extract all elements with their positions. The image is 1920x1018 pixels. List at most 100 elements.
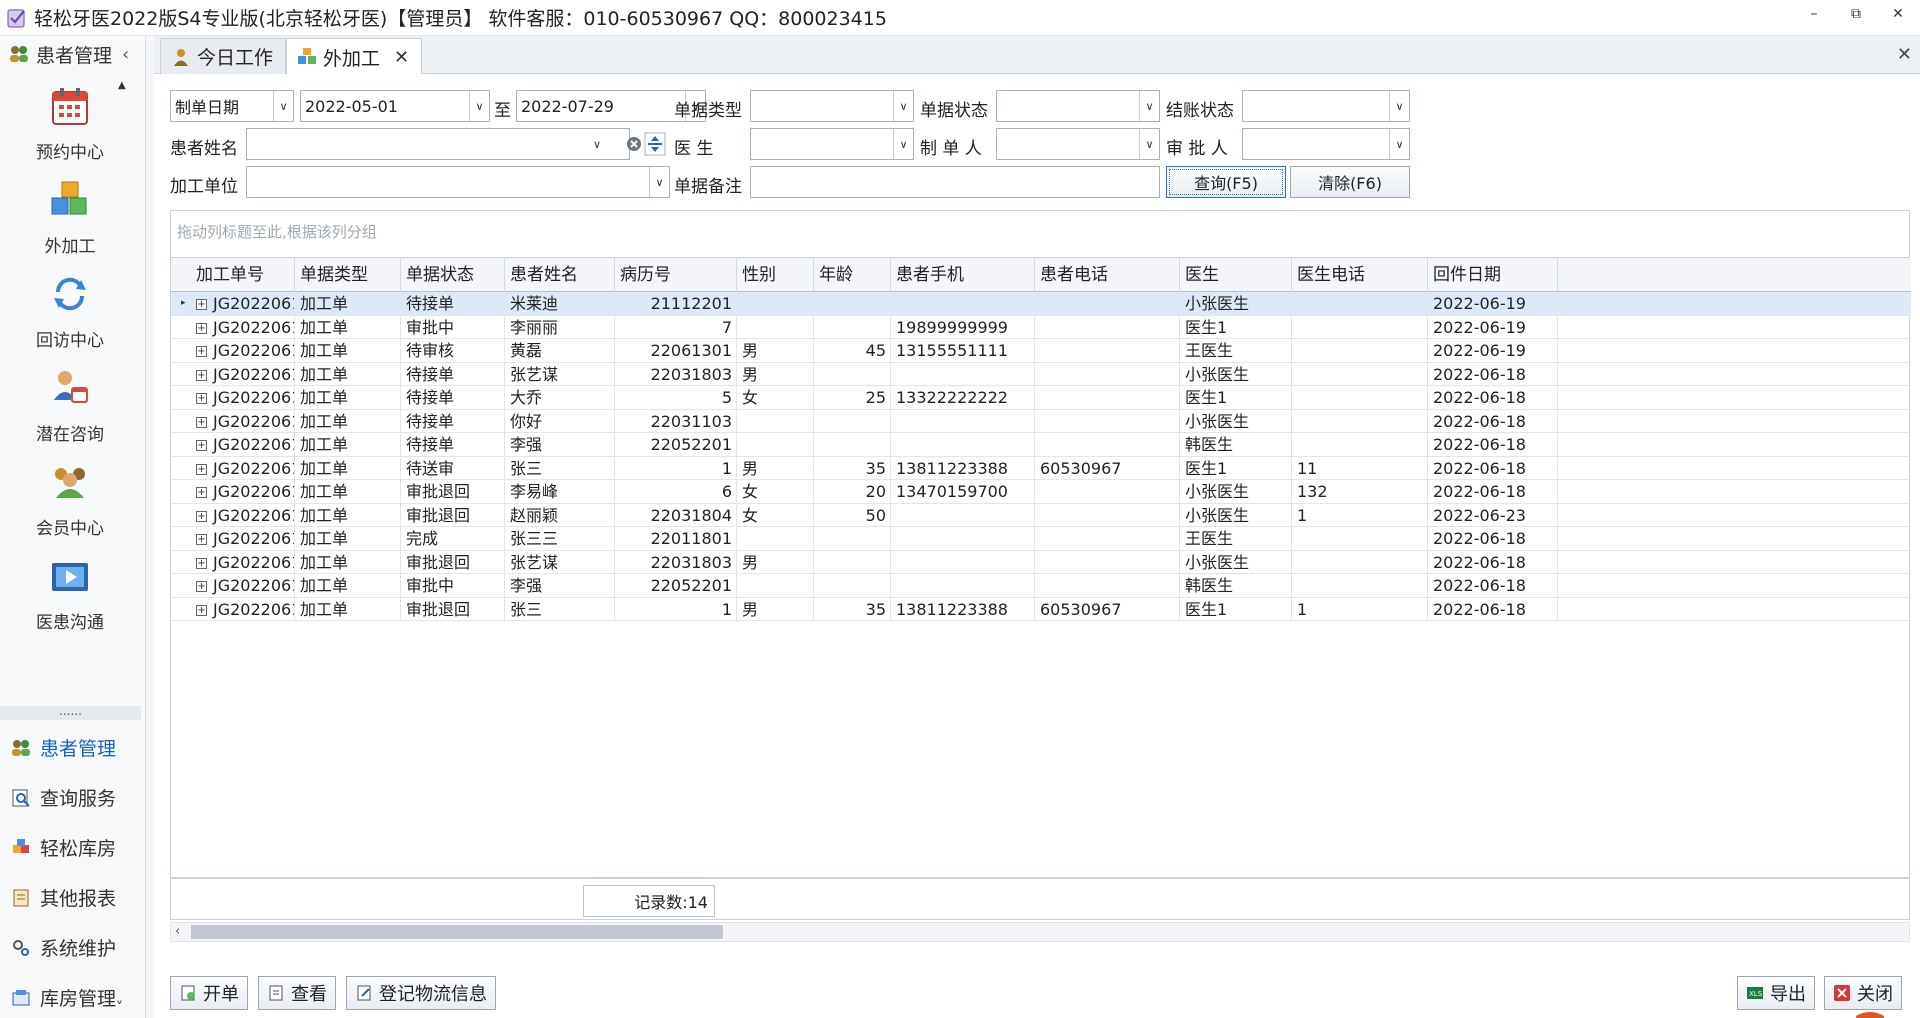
sidebar-item-reports[interactable]: 其他报表	[10, 884, 116, 911]
column-header[interactable]: 医生	[1180, 258, 1292, 292]
minimize-button[interactable]: –	[1800, 6, 1828, 22]
sidebar-collapse-button[interactable]: ‹	[122, 44, 129, 65]
group-by-panel[interactable]: 拖动列标题至此,根据该列分组	[170, 210, 1910, 258]
close-button[interactable]: 关闭	[1824, 976, 1902, 1010]
expand-row-icon[interactable]: +	[196, 322, 207, 334]
table-row[interactable]: + JG2022061...加工单待接单大乔5女2513322222222 医生1 2…	[171, 386, 1911, 410]
sidebar-scroll-down-button[interactable]: ˅	[116, 1000, 123, 1016]
table-row[interactable]: + JG2022061...加工单审批中李丽丽7 19899999999 医生1 202…	[171, 315, 1911, 339]
chevron-down-icon[interactable]: ∨	[1389, 91, 1409, 121]
column-header[interactable]: 年龄	[814, 258, 891, 292]
chevron-down-icon[interactable]: ∨	[1139, 129, 1159, 159]
sidebar-item-inventory[interactable]: 库房管理	[10, 984, 116, 1011]
close-window-button[interactable]: ✕	[1884, 6, 1912, 22]
date-type-select[interactable]: 制单日期 ∨	[170, 90, 294, 122]
table-row[interactable]: + JG2022061...加工单审批退回赵丽颖22031804女50 小张医生12…	[171, 503, 1911, 527]
chevron-down-icon[interactable]: ∨	[649, 167, 669, 197]
clear-field-icon[interactable]	[624, 134, 644, 154]
sidebar-item-members[interactable]: 会员中心	[0, 460, 140, 539]
sidebar-item-communication[interactable]: 医患沟通	[0, 554, 140, 633]
tab-outsourcing[interactable]: 外加工 ✕	[286, 38, 422, 75]
column-header[interactable]: 病历号	[615, 258, 737, 292]
approver-select[interactable]: ∨	[1242, 128, 1410, 160]
expand-row-icon[interactable]: +	[196, 510, 207, 522]
expand-row-icon[interactable]: +	[196, 440, 207, 451]
sidebar-item-query[interactable]: 查询服务	[10, 784, 116, 811]
chevron-down-icon[interactable]: ∨	[1139, 91, 1159, 121]
tab-today-work[interactable]: 今日工作	[160, 38, 286, 74]
chevron-down-icon[interactable]: ∨	[587, 129, 607, 159]
table-row[interactable]: + JG2022061...加工单审批退回李易峰6女2013470159700 小张…	[171, 480, 1911, 504]
sidebar-item-warehouse[interactable]: 轻松库房	[10, 834, 116, 861]
table-row[interactable]: + JG2022061...加工单待审核黄磊22061301男4513155551…	[171, 339, 1911, 363]
doc-status-select[interactable]: ∨	[996, 90, 1160, 122]
expand-row-icon[interactable]: +	[196, 416, 207, 428]
sogou-logo-icon[interactable]: S	[1852, 1010, 1888, 1018]
scroll-left-icon[interactable]: ‹	[175, 924, 180, 939]
sidebar-item-consult[interactable]: 潜在咨询	[0, 366, 140, 445]
sidebar-splitter[interactable]: ......	[0, 705, 141, 720]
table-row[interactable]: +JG2022061...加工单审批退回张三1男3513811223388605…	[171, 597, 1911, 621]
column-header[interactable]: 患者手机	[891, 258, 1035, 292]
sidebar-item-patients[interactable]: 患者管理	[10, 734, 116, 761]
table-row[interactable]: + JG2022061...加工单待接单张艺谋22031803男 小张医生 2022-…	[171, 362, 1911, 386]
column-header[interactable]: 患者电话	[1035, 258, 1180, 292]
close-all-tabs-button[interactable]: ✕	[1897, 44, 1912, 65]
column-header[interactable]: 单据状态	[401, 258, 505, 292]
table-row[interactable]: + JG2022061...加工单待送审张三1男35138112233886053…	[171, 456, 1911, 480]
expand-row-icon[interactable]: +	[196, 581, 207, 592]
tab-close-button[interactable]: ✕	[394, 47, 409, 68]
settle-status-select[interactable]: ∨	[1242, 90, 1410, 122]
remark-field[interactable]	[750, 166, 1160, 198]
view-button[interactable]: 查看	[258, 976, 336, 1010]
table-row[interactable]: + JG2022061...加工单待接单李强22052201 韩医生 2022-06-…	[171, 433, 1911, 457]
expand-row-icon[interactable]: +	[196, 463, 207, 475]
table-row[interactable]: ▸ + JG2022061...加工单待接单米莱迪21112201 小张医生 2022-…	[171, 292, 1911, 316]
table-cell: 王医生	[1180, 527, 1292, 551]
sidebar-item-appointment[interactable]: 预约中心	[0, 84, 140, 163]
chevron-down-icon[interactable]: ∨	[273, 91, 293, 121]
doctor-select[interactable]: ∨	[750, 128, 914, 160]
expand-row-icon[interactable]: +	[196, 346, 207, 357]
column-header[interactable]: 医生电话	[1292, 258, 1428, 292]
chevron-down-icon[interactable]: ∨	[893, 129, 913, 159]
table-row[interactable]: + JG2022061...加工单待接单你好22031103 小张医生 2022-06…	[171, 409, 1911, 433]
sidebar-item-outsourcing[interactable]: 外加工	[0, 178, 140, 257]
table-row[interactable]: + JG2022061...加工单审批中李强22052201 韩医生 2022-06-…	[171, 574, 1911, 598]
expand-row-icon[interactable]: +	[196, 557, 207, 569]
table-row[interactable]: + JG2022061...加工单完成张三三22011801 王医生 2022-06-…	[171, 527, 1911, 551]
logistics-button[interactable]: 登记物流信息	[346, 976, 496, 1010]
doc-type-select[interactable]: ∨	[750, 90, 914, 122]
export-button[interactable]: XLS 导出	[1737, 976, 1815, 1010]
maker-select[interactable]: ∨	[996, 128, 1160, 160]
expand-row-icon[interactable]: +	[196, 604, 207, 616]
expand-row-icon[interactable]: +	[196, 299, 207, 310]
expand-row-icon[interactable]: +	[196, 369, 207, 381]
date-from-field[interactable]: 2022-05-01 ∨	[300, 90, 490, 122]
processor-select[interactable]: ∨	[246, 166, 670, 198]
restore-button[interactable]: ⧉	[1842, 6, 1870, 22]
horizontal-scrollbar[interactable]: ‹	[170, 922, 1910, 942]
column-header[interactable]: 患者姓名	[505, 258, 615, 292]
expand-row-icon[interactable]: +	[196, 393, 207, 404]
table-row[interactable]: + JG2022061...加工单审批退回张艺谋22031803男 小张医生 2022…	[171, 550, 1911, 574]
patient-name-field[interactable]: ∨	[246, 128, 630, 160]
table-cell: 黄磊	[505, 339, 615, 363]
open-order-button[interactable]: 开单	[170, 976, 248, 1010]
column-header[interactable]: 回件日期	[1428, 258, 1558, 292]
chevron-down-icon[interactable]: ∨	[893, 91, 913, 121]
chevron-down-icon[interactable]: ∨	[469, 91, 489, 121]
expand-row-icon[interactable]: +	[196, 534, 207, 545]
sidebar-item-followup[interactable]: 回访中心	[0, 272, 140, 351]
chevron-down-icon[interactable]: ∨	[1389, 129, 1409, 159]
query-button[interactable]: 查询(F5)	[1166, 166, 1286, 198]
column-header[interactable]: 单据类型	[295, 258, 401, 292]
column-header[interactable]: 性别	[737, 258, 814, 292]
sidebar-item-settings[interactable]: 系统维护	[10, 934, 116, 961]
split-field-icon[interactable]	[644, 132, 666, 156]
table-cell: 35	[814, 456, 891, 480]
expand-row-icon[interactable]: +	[196, 487, 207, 498]
scrollbar-thumb[interactable]	[191, 925, 723, 939]
clear-button[interactable]: 清除(F6)	[1290, 166, 1410, 198]
column-header[interactable]: 加工单号	[191, 258, 295, 292]
